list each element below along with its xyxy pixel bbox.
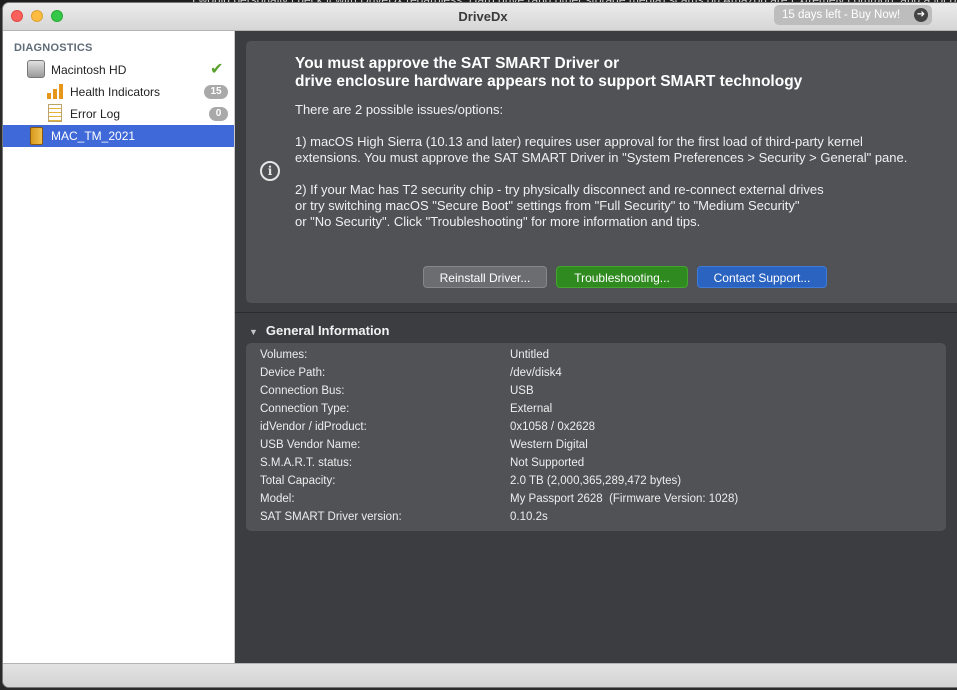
bottom-status-bar	[3, 663, 957, 687]
info-key: SAT SMART Driver version:	[260, 511, 402, 523]
info-value: 0x1058 / 0x2628	[510, 421, 596, 433]
troubleshooting-button[interactable]: Troubleshooting...	[556, 266, 688, 288]
info-value: Not Supported	[510, 457, 585, 469]
alert-issue-1-line-1: 1) macOS High Sierra (10.13 and later) r…	[295, 134, 863, 149]
count-badge: 0	[209, 107, 228, 121]
info-key: Volumes:	[260, 349, 308, 361]
sidebar-item-label: Error Log	[70, 107, 121, 121]
sidebar-item-mac-tm-2021[interactable]: MAC_TM_2021	[3, 125, 234, 147]
reinstall-driver-button[interactable]: Reinstall Driver...	[423, 266, 547, 288]
info-value: USB	[510, 385, 534, 397]
count-badge: 15	[204, 85, 228, 99]
general-information-header[interactable]: ▼ General Information	[249, 323, 389, 338]
info-key: USB Vendor Name:	[260, 439, 361, 451]
info-value: 0.10.2s	[510, 511, 548, 523]
drivedx-window: DriveDx 15 days left - Buy Now! ➜ DIAGNO…	[3, 3, 957, 687]
sidebar-heading: DIAGNOSTICS	[14, 42, 93, 54]
sidebar-item-label: MAC_TM_2021	[51, 129, 136, 143]
sidebar-item-label: Macintosh HD	[51, 63, 127, 77]
info-key: Connection Type:	[260, 403, 350, 415]
alert-issue-2-line-1: 2) If your Mac has T2 security chip - tr…	[295, 182, 824, 197]
sidebar-item-macintosh-hd[interactable]: Macintosh HD ✔	[3, 59, 234, 81]
info-icon: i	[260, 161, 280, 181]
trial-label: 15 days left - Buy Now!	[782, 9, 901, 21]
alert-title: You must approve the SAT SMART Driver or…	[295, 55, 803, 90]
hard-disk-icon	[27, 60, 45, 78]
info-key: Device Path:	[260, 367, 326, 379]
alert-intro: There are 2 possible issues/options:	[295, 102, 504, 117]
info-key: Model:	[260, 493, 295, 505]
log-icon	[48, 104, 62, 122]
info-value: External	[510, 403, 553, 415]
contact-support-button[interactable]: Contact Support...	[697, 266, 827, 288]
sidebar-item-health-indicators[interactable]: Health Indicators 15	[3, 81, 234, 103]
info-key: idVendor / idProduct:	[260, 421, 367, 433]
info-key: Connection Bus:	[260, 385, 345, 397]
general-information-panel: Volumes: Untitled Device Path: /dev/disk…	[246, 343, 946, 531]
alert-issue-2-line-3: or "No Security". Click "Troubleshooting…	[295, 214, 701, 229]
external-drive-icon	[30, 127, 43, 145]
info-key: S.M.A.R.T. status:	[260, 457, 353, 469]
info-value: Untitled	[510, 349, 549, 361]
bar-chart-icon	[47, 84, 65, 99]
alert-issue-1-line-2: extensions. You must approve the SAT SMA…	[295, 150, 908, 165]
info-value: Western Digital	[510, 439, 588, 451]
main-content: i You must approve the SAT SMART Driver …	[235, 31, 957, 663]
info-value: My Passport 2628 (Firmware Version: 1028…	[510, 493, 739, 505]
sidebar: DIAGNOSTICS Macintosh HD ✔ Health Indica…	[3, 31, 235, 663]
checkmark-icon: ✔	[210, 61, 224, 78]
info-value: /dev/disk4	[510, 367, 562, 379]
disclosure-triangle-icon: ▼	[249, 327, 258, 337]
alert-issue-2-line-2: or try switching macOS "Secure Boot" set…	[295, 198, 800, 213]
section-divider	[235, 312, 957, 313]
sidebar-item-error-log[interactable]: Error Log 0	[3, 103, 234, 125]
buy-now-button[interactable]: 15 days left - Buy Now! ➜	[774, 5, 932, 25]
smart-driver-alert-panel: i You must approve the SAT SMART Driver …	[246, 41, 957, 303]
info-key: Total Capacity:	[260, 475, 336, 487]
info-value: 2.0 TB (2,000,365,289,472 bytes)	[510, 475, 682, 487]
arrow-right-icon: ➜	[914, 8, 928, 22]
title-bar: DriveDx 15 days left - Buy Now! ➜	[3, 3, 957, 31]
sidebar-item-label: Health Indicators	[70, 85, 161, 99]
